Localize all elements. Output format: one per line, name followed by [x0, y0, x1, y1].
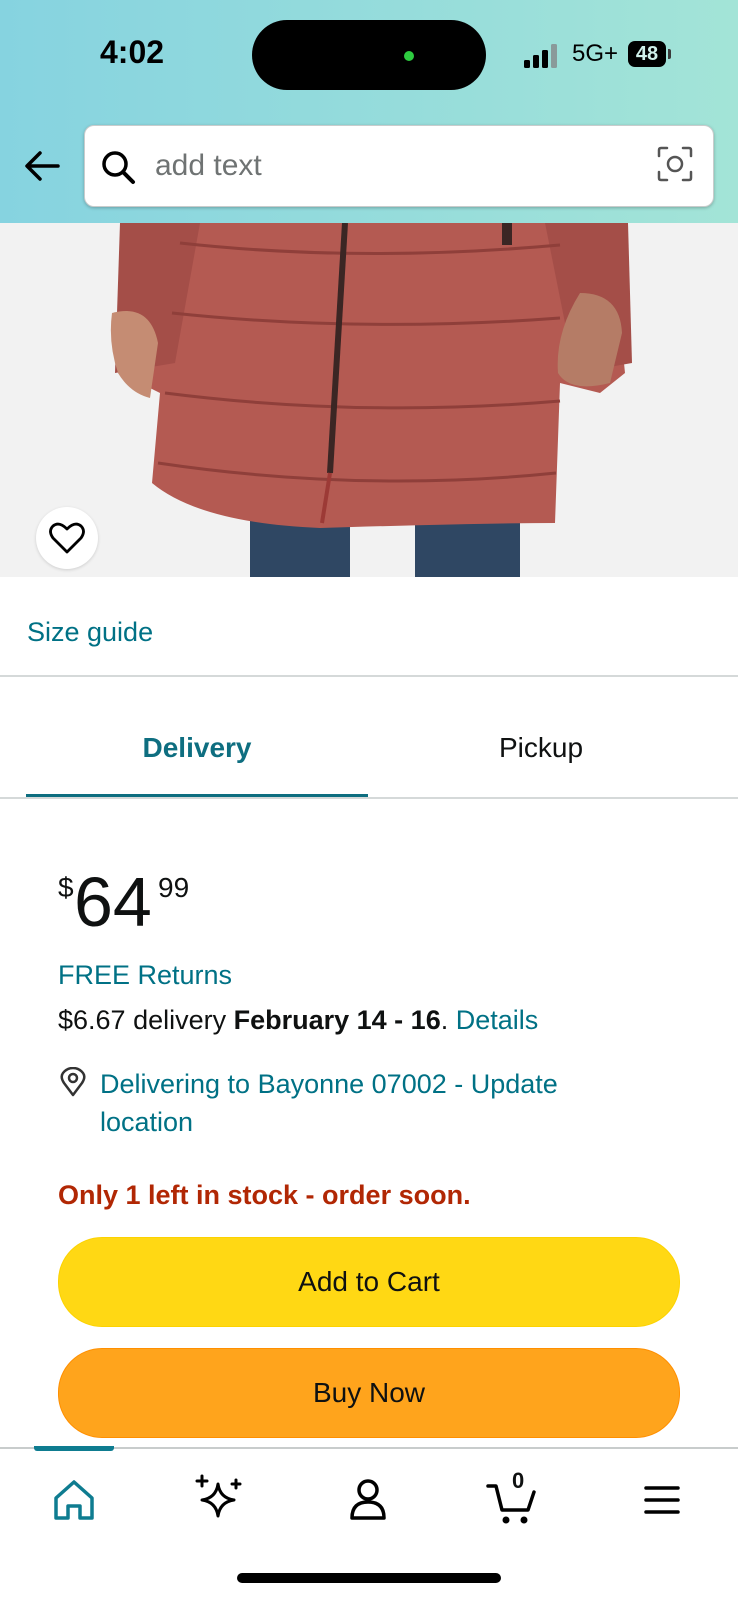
delivery-fee: $6.67 delivery	[58, 1005, 234, 1035]
delivery-info: $6.67 delivery February 14 - 16. Details	[58, 1005, 538, 1036]
coat-illustration	[0, 223, 738, 577]
ai-sparkle-icon[interactable]	[190, 1470, 250, 1530]
home-indicator	[237, 1573, 501, 1583]
menu-icon[interactable]	[632, 1470, 692, 1530]
status-time: 4:02	[100, 34, 165, 70]
stock-warning: Only 1 left in stock - order soon.	[58, 1180, 471, 1210]
price-symbol: $	[58, 872, 74, 903]
home-icon[interactable]	[44, 1470, 104, 1530]
signal-icon	[524, 44, 557, 68]
price-fraction: 99	[158, 872, 190, 903]
size-guide-link[interactable]: Size guide	[27, 617, 153, 648]
camera-indicator-dot	[404, 51, 414, 61]
cart-count: 0	[512, 1468, 525, 1493]
tab-pickup[interactable]: Pickup	[370, 732, 712, 764]
search-input[interactable]	[153, 142, 627, 190]
nav-active-indicator	[34, 1446, 114, 1451]
search-bar[interactable]	[84, 125, 714, 207]
delivery-dates: February 14 - 16	[233, 1005, 441, 1035]
camera-search-icon[interactable]	[655, 144, 695, 184]
location-text[interactable]: Delivering to Bayonne 07002 - Update loc…	[100, 1065, 640, 1141]
top-header: 4:02 5G+ 48	[0, 0, 738, 223]
section-divider	[0, 675, 738, 677]
battery-tip	[668, 49, 671, 59]
location-pin-icon	[60, 1067, 86, 1097]
cart-button[interactable]: 0	[484, 1468, 544, 1530]
back-arrow-icon[interactable]	[20, 144, 64, 188]
battery-icon: 48	[628, 41, 666, 67]
delivery-period: .	[440, 1005, 456, 1035]
product-image[interactable]	[0, 223, 738, 577]
search-icon	[102, 151, 135, 184]
tabs-divider	[0, 797, 738, 799]
details-link[interactable]: Details	[456, 1005, 539, 1035]
free-returns-link[interactable]: FREE Returns	[58, 960, 232, 991]
wishlist-heart-button[interactable]	[36, 507, 98, 569]
heart-icon	[49, 522, 85, 554]
buy-now-button[interactable]: Buy Now	[58, 1348, 680, 1438]
tab-delivery[interactable]: Delivery	[26, 732, 368, 764]
account-icon[interactable]	[338, 1470, 398, 1530]
dynamic-island	[252, 20, 486, 90]
price-whole: 64	[74, 863, 152, 941]
add-to-cart-button[interactable]: Add to Cart	[58, 1237, 680, 1327]
network-label: 5G+	[572, 40, 619, 67]
